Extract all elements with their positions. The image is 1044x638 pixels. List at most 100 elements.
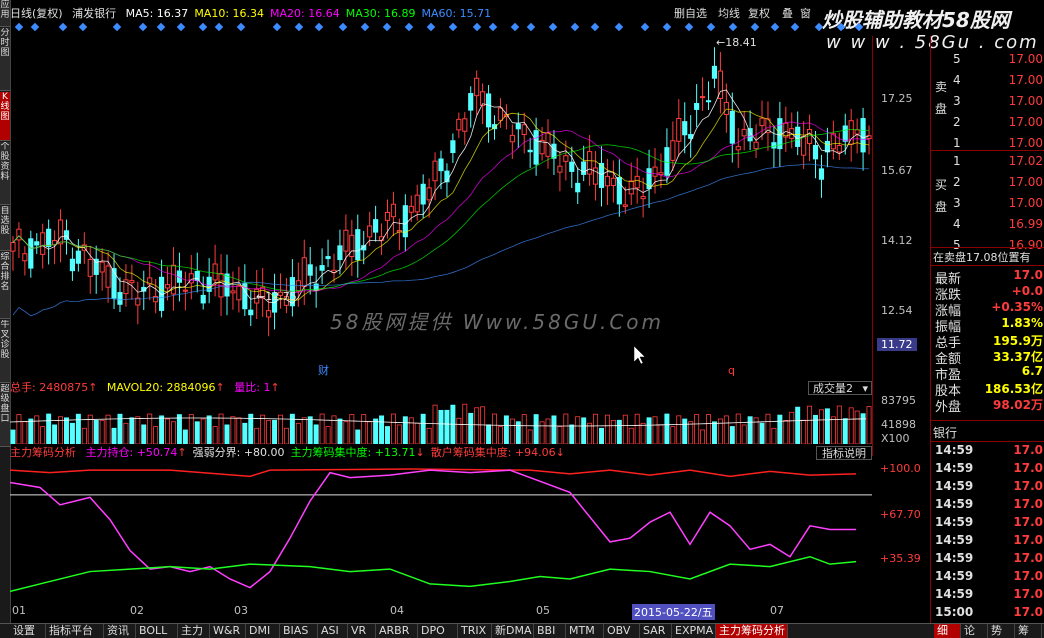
info-mine-icon[interactable] [510, 22, 520, 32]
info-mine-icon[interactable] [640, 22, 650, 32]
buy-price[interactable]: 17.02 [1009, 154, 1043, 168]
indicator-tab-12[interactable]: TRIX [458, 624, 492, 638]
indicator-tab-13[interactable]: 新DMA [492, 624, 534, 638]
info-mine-icon[interactable] [156, 22, 166, 32]
info-mine-icon[interactable] [814, 22, 824, 32]
indicator-tab-2[interactable]: 资讯 [104, 624, 136, 638]
info-mine-icon[interactable] [526, 22, 536, 32]
info-mine-icon[interactable] [138, 22, 148, 32]
panel-tab-3[interactable]: 筹 [1015, 624, 1042, 638]
sell-price[interactable]: 17.00 [1009, 52, 1043, 66]
panel-tab-1[interactable]: 论 [961, 624, 988, 638]
quote-value: 17.0 [1013, 268, 1043, 282]
indicator-tab-19[interactable]: 主力筹码分析 [716, 624, 788, 638]
sell-price[interactable]: 17.00 [1009, 73, 1043, 87]
left-tab-3[interactable]: 个股资料 [0, 142, 10, 205]
buy-price[interactable]: 17.00 [1009, 196, 1043, 210]
info-mine-icon[interactable] [662, 22, 672, 32]
info-mine-icon[interactable] [214, 22, 224, 32]
indicator-chart[interactable] [10, 460, 872, 604]
left-tab-6[interactable]: 牛叉诊股 [0, 320, 10, 383]
left-tab-7[interactable]: 超级盘口 [0, 384, 10, 447]
indicator-tab-6[interactable]: DMI [246, 624, 280, 638]
indicator-tab-10[interactable]: ARBR [376, 624, 418, 638]
left-tab-1[interactable]: 分时图 [0, 28, 10, 91]
info-mine-icon[interactable] [570, 22, 580, 32]
finance-marker[interactable]: 财 [318, 363, 329, 377]
indicator-help-button[interactable]: 指标说明 [816, 446, 872, 460]
q-marker[interactable]: q [728, 364, 735, 377]
indicator-tab-11[interactable]: DPO [418, 624, 458, 638]
info-mine-icon[interactable] [836, 22, 846, 32]
candle-body [301, 257, 307, 287]
indicator-tab-16[interactable]: OBV [604, 624, 640, 638]
sell-price[interactable]: 17.00 [1009, 94, 1043, 108]
indicator-tab-15[interactable]: MTM [566, 624, 604, 638]
info-mine-icon[interactable] [198, 22, 208, 32]
info-mine-icon[interactable] [854, 22, 864, 32]
header-button-2[interactable]: 复权 [746, 6, 772, 22]
header-button-3[interactable]: 叠 [780, 6, 795, 22]
info-mine-icon[interactable] [770, 22, 780, 32]
panel-tab-2[interactable]: 势 [988, 624, 1015, 638]
indicator-tab-14[interactable]: BBI [534, 624, 566, 638]
info-mine-icon[interactable] [382, 22, 392, 32]
info-mine-icon[interactable] [590, 22, 600, 32]
left-tab-5[interactable]: 综合排名 [0, 252, 10, 319]
header-button-0[interactable]: 删自选 [672, 6, 709, 22]
info-mine-icon[interactable] [360, 22, 370, 32]
info-mine-icon[interactable] [548, 22, 558, 32]
volume-bar [527, 429, 533, 444]
info-mine-icon[interactable] [78, 22, 88, 32]
info-mine-icon[interactable] [750, 22, 760, 32]
indicator-tab-8[interactable]: ASI [318, 624, 348, 638]
info-mine-icon[interactable] [488, 22, 498, 32]
indicator-tab-0[interactable]: 设置 [10, 624, 46, 638]
info-mine-icon[interactable] [728, 22, 738, 32]
info-mine-icon[interactable] [706, 22, 716, 32]
info-mine-icon[interactable] [404, 22, 414, 32]
buy-price[interactable]: 16.99 [1009, 217, 1043, 231]
indicator-tab-18[interactable]: EXPMA [672, 624, 716, 638]
info-mine-icon[interactable] [30, 22, 40, 32]
indicator-tab-17[interactable]: SAR [640, 624, 672, 638]
period-label[interactable]: 日线(复权) [10, 7, 63, 20]
volume-chart[interactable] [10, 396, 872, 444]
info-mine-icon[interactable] [314, 22, 324, 32]
candle-body [587, 151, 593, 175]
info-mine-icon[interactable] [338, 22, 348, 32]
left-tab-2[interactable]: K线图 [0, 92, 10, 141]
header-button-4[interactable]: 窗 [798, 6, 813, 22]
left-tab-0[interactable]: 应用 [0, 0, 10, 27]
info-mine-icon[interactable] [112, 22, 122, 32]
indicator-title[interactable]: 主力筹码分析 [10, 446, 76, 459]
indicator-tab-5[interactable]: W&R [210, 624, 246, 638]
volume-indicator-select[interactable]: 成交量2 ▾ [808, 381, 872, 395]
info-mine-icon[interactable] [14, 22, 24, 32]
info-mine-icon[interactable] [472, 22, 482, 32]
info-mine-icon[interactable] [790, 22, 800, 32]
buy-price[interactable]: 17.00 [1009, 175, 1043, 189]
indicator-tab-9[interactable]: VR [348, 624, 376, 638]
info-mine-icon[interactable] [614, 22, 624, 32]
info-mine-icon[interactable] [426, 22, 436, 32]
panel-tab-0[interactable]: 细 [934, 624, 961, 638]
info-mine-icon[interactable] [272, 22, 282, 32]
info-mine-icon[interactable] [236, 22, 246, 32]
info-mine-icon[interactable] [448, 22, 458, 32]
volume-bar [390, 413, 396, 444]
indicator-tab-1[interactable]: 指标平台 [46, 624, 104, 638]
indicator-tick: +100.0 [880, 462, 921, 475]
info-mine-icon[interactable] [684, 22, 694, 32]
left-tab-4[interactable]: 自选股 [0, 206, 10, 251]
info-mine-icon[interactable] [294, 22, 304, 32]
indicator-tab-4[interactable]: 主力 [178, 624, 210, 638]
header-button-1[interactable]: 均线 [716, 6, 742, 22]
info-mine-icon[interactable] [58, 22, 68, 32]
volume-bar [373, 418, 379, 444]
sell-price[interactable]: 17.00 [1009, 115, 1043, 129]
sell-price[interactable]: 17.00 [1009, 136, 1043, 150]
indicator-tab-7[interactable]: BIAS [280, 624, 318, 638]
indicator-tab-3[interactable]: BOLL [136, 624, 178, 638]
info-mine-icon[interactable] [176, 22, 186, 32]
